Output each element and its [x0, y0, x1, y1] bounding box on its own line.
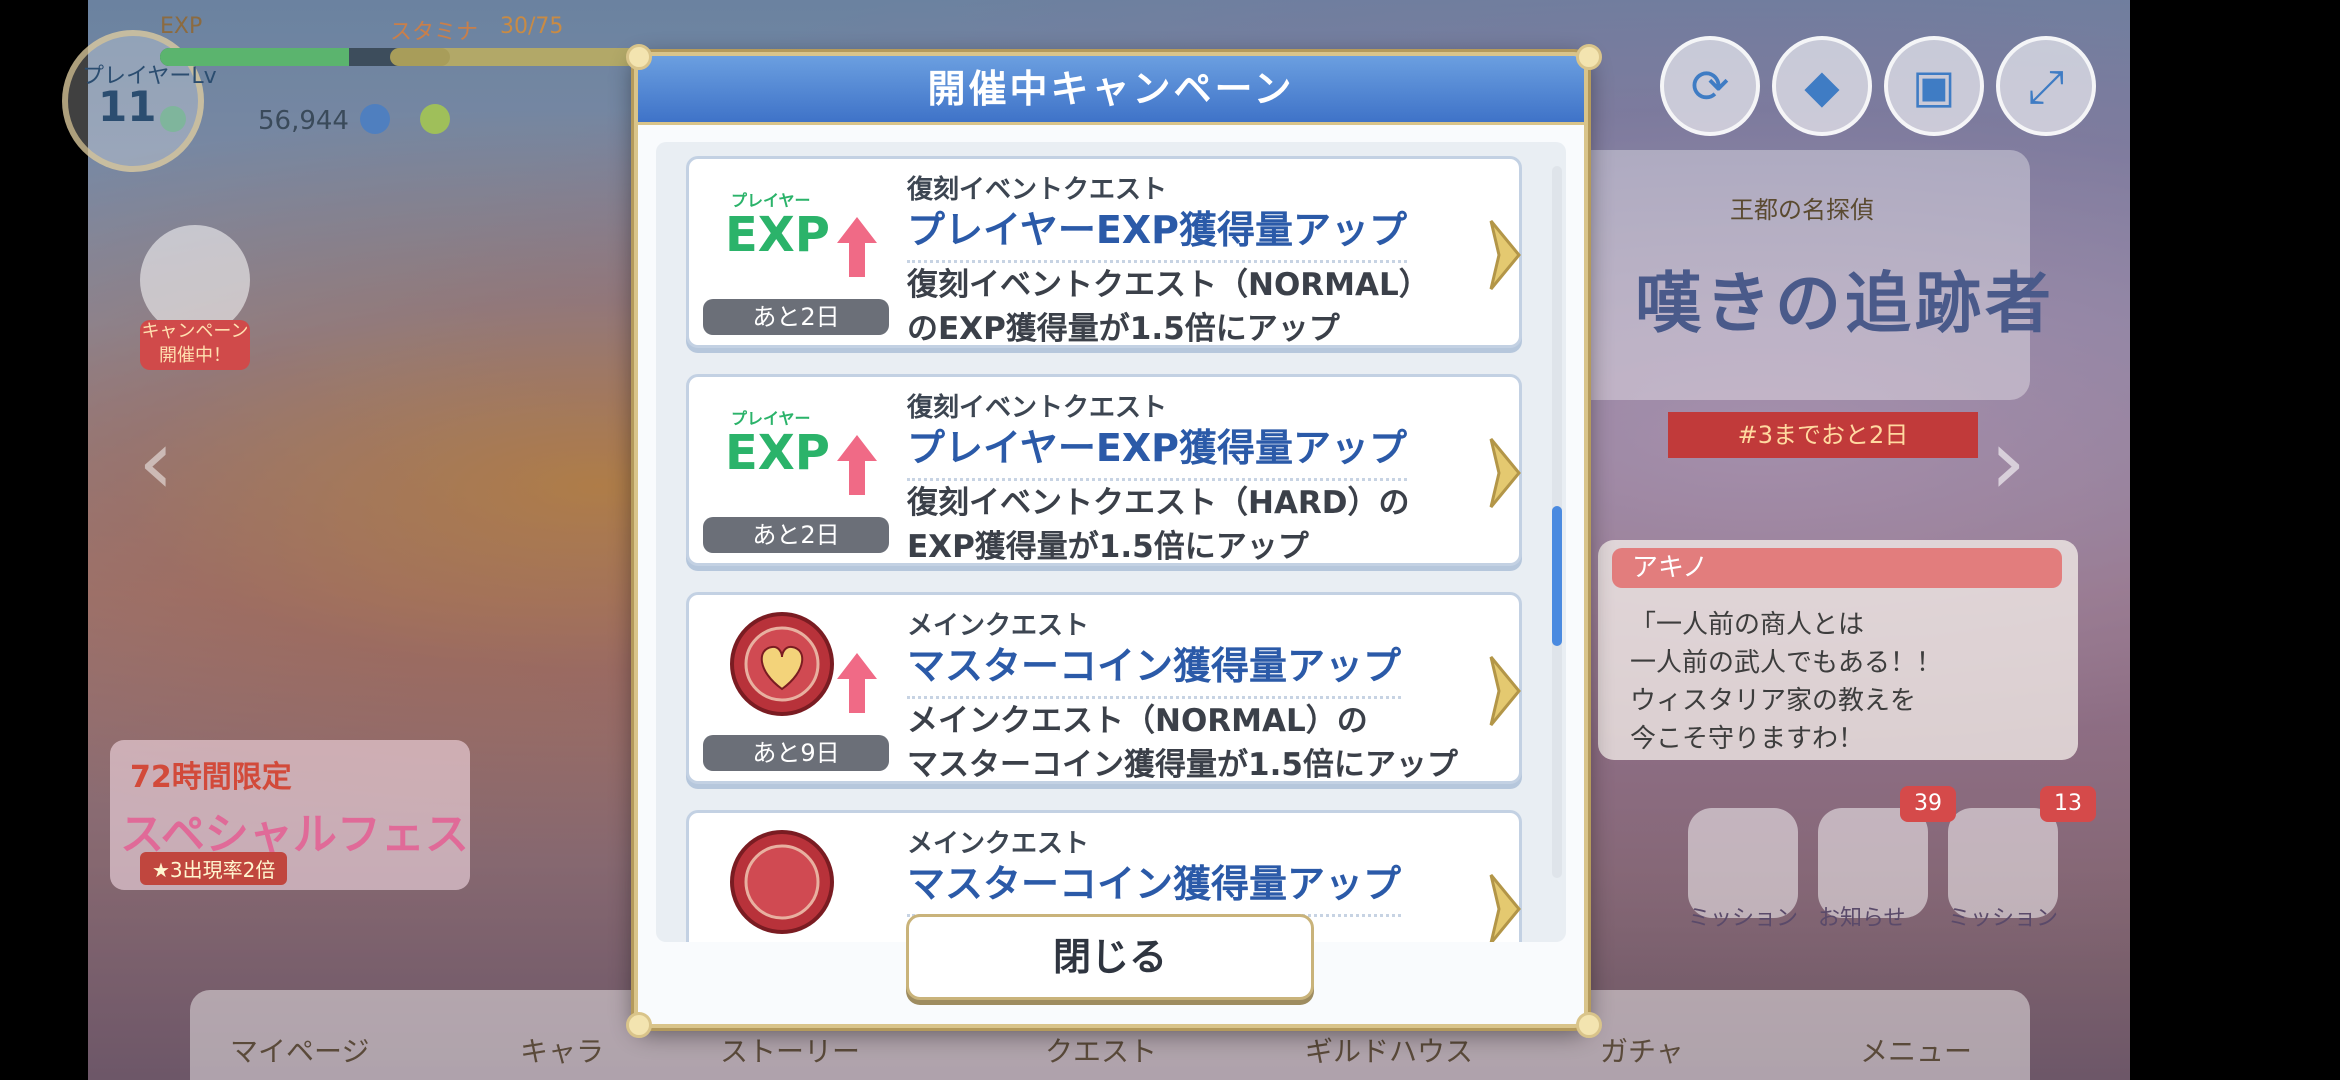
- nav-guildhouse[interactable]: ギルドハウス: [1305, 1030, 1473, 1070]
- dialogue-line: ウィスタリア家の教えを: [1630, 686, 1917, 716]
- campaign-description: 復刻イベントクエスト（HARD）の EXP獲得量が1.5倍にアップ: [907, 481, 1410, 569]
- promo-top-text: 72時間限定: [130, 760, 292, 795]
- dialogue-line: 一人前の武人でもある！！: [1630, 648, 1943, 678]
- campaign-description-line: 復刻イベントクエスト（NORMAL）: [907, 267, 1430, 303]
- stamina-bar: [390, 48, 650, 66]
- menu-label: ミッション: [1688, 906, 1799, 931]
- exp-icon-label: EXP: [725, 425, 830, 481]
- master-coin-icon: [730, 830, 834, 934]
- event-title: 嘆きの追跡者: [1635, 265, 2055, 342]
- campaign-description-line: メインクエスト（NORMAL）の: [907, 703, 1368, 739]
- present-badge: 13: [2040, 786, 2096, 822]
- menu-label: ミッション: [1948, 906, 2059, 931]
- chevron-right-icon[interactable]: ›: [1990, 410, 2026, 515]
- campaign-title: プレイヤーEXP獲得量アップ: [907, 417, 1407, 481]
- campaign-modal: 開催中キャンペーン プレイヤー EXP あと2日 復刻イベントクエスト プレイヤ…: [626, 44, 1602, 1038]
- corner-ornament-icon: [1576, 44, 1602, 70]
- menu-label: お知らせ: [1818, 906, 1906, 931]
- campaign-title: マスターコイン獲得量アップ: [907, 635, 1402, 699]
- exp-bar-fill: [160, 48, 349, 66]
- campaign-card[interactable]: プレイヤー EXP あと2日 復刻イベントクエスト プレイヤーEXP獲得量アップ…: [686, 374, 1522, 566]
- camera-icon[interactable]: ◆: [1772, 36, 1872, 136]
- exp-label: EXP: [160, 14, 203, 39]
- modal-header: 開催中キャンペーン: [638, 56, 1584, 125]
- chevron-right-icon[interactable]: [1487, 217, 1523, 293]
- dialogue-line: 今こそ守りますわ！: [1630, 724, 1865, 754]
- gold-value: 56,944: [258, 106, 349, 136]
- dialogue-speaker-name: アキノ: [1612, 548, 2062, 588]
- corner-ornament-icon: [626, 44, 652, 70]
- close-button[interactable]: 閉じる: [906, 914, 1314, 1000]
- event-ribbon: #3までおと2日: [1668, 412, 1978, 458]
- event-subtitle: 王都の名探偵: [1730, 196, 1874, 224]
- jewel-icon[interactable]: [360, 104, 390, 134]
- player-exp-up-icon: プレイヤー EXP: [699, 391, 899, 501]
- master-coin-up-icon: [699, 827, 899, 937]
- campaign-card[interactable]: あと9日 メインクエスト マスターコイン獲得量アップ メインクエスト（NORMA…: [686, 592, 1522, 784]
- days-remaining-badge: あと2日: [703, 517, 889, 553]
- campaign-list[interactable]: プレイヤー EXP あと2日 復刻イベントクエスト プレイヤーEXP獲得量アップ…: [656, 142, 1566, 942]
- campaign-title: プレイヤーEXP獲得量アップ: [907, 199, 1407, 263]
- up-arrow-icon: [837, 653, 877, 713]
- chevron-left-icon[interactable]: ‹: [138, 410, 174, 515]
- campaign-description: 復刻イベントクエスト（NORMAL） のEXP獲得量が1.5倍にアップ: [907, 263, 1430, 351]
- nav-gacha[interactable]: ガチャ: [1600, 1030, 1684, 1070]
- campaign-description-line: EXP獲得量が1.5倍にアップ: [907, 529, 1309, 565]
- campaign-character-avatar[interactable]: [140, 225, 250, 335]
- chevron-right-icon[interactable]: [1487, 435, 1523, 511]
- up-arrow-icon: [837, 435, 877, 495]
- chevron-right-icon[interactable]: [1487, 653, 1523, 729]
- days-remaining-badge: あと9日: [703, 735, 889, 771]
- player-level-value: 11: [98, 82, 157, 131]
- stamina-plus-icon[interactable]: [420, 104, 450, 134]
- campaign-title: マスターコイン獲得量アップ: [907, 853, 1402, 917]
- campaign-description-line: 復刻イベントクエスト（HARD）の: [907, 485, 1410, 521]
- days-remaining-badge: あと2日: [703, 299, 889, 335]
- modal-title: 開催中キャンペーン: [927, 67, 1295, 111]
- master-coin-icon: [730, 612, 834, 716]
- frame-icon[interactable]: ▣: [1884, 36, 1984, 136]
- player-exp-up-icon: プレイヤー EXP: [699, 173, 899, 283]
- nav-character[interactable]: キャラ: [520, 1030, 604, 1070]
- nav-mypage[interactable]: マイページ: [230, 1030, 369, 1070]
- stamina-label: スタミナ: [390, 20, 479, 45]
- exp-icon-label: EXP: [725, 207, 830, 263]
- chevron-right-icon[interactable]: [1487, 871, 1523, 942]
- campaign-description-line: マスターコイン獲得量が1.5倍にアップ: [907, 747, 1458, 783]
- promo-sub-text: ★3出現率2倍: [140, 852, 288, 885]
- expand-icon[interactable]: ⤢: [1996, 36, 2096, 136]
- up-arrow-icon: [837, 217, 877, 277]
- nav-quest[interactable]: クエスト: [1045, 1030, 1157, 1070]
- campaign-card[interactable]: プレイヤー EXP あと2日 復刻イベントクエスト プレイヤーEXP獲得量アップ…: [686, 156, 1522, 348]
- campaign-description-line: のEXP獲得量が1.5倍にアップ: [907, 311, 1340, 347]
- campaign-badge[interactable]: キャンペーン開催中！: [140, 320, 250, 370]
- scrollbar-thumb[interactable]: [1552, 506, 1562, 646]
- master-coin-up-icon: [699, 609, 899, 719]
- nav-menu[interactable]: メニュー: [1860, 1030, 1972, 1070]
- corner-ornament-icon: [626, 1012, 652, 1038]
- campaign-description: メインクエスト（NORMAL）の マスターコイン獲得量が1.5倍にアップ: [907, 699, 1458, 787]
- gold-icon: [160, 106, 186, 132]
- campaign-list-inner: プレイヤー EXP あと2日 復刻イベントクエスト プレイヤーEXP獲得量アップ…: [656, 142, 1566, 942]
- stamina-value: 30/75: [500, 14, 564, 39]
- nav-story[interactable]: ストーリー: [720, 1030, 860, 1070]
- corner-ornament-icon: [1576, 1012, 1602, 1038]
- dialogue-line: 「一人前の商人とは: [1630, 610, 1865, 640]
- refresh-icon[interactable]: ⟳: [1660, 36, 1760, 136]
- mission-badge: 39: [1900, 786, 1956, 822]
